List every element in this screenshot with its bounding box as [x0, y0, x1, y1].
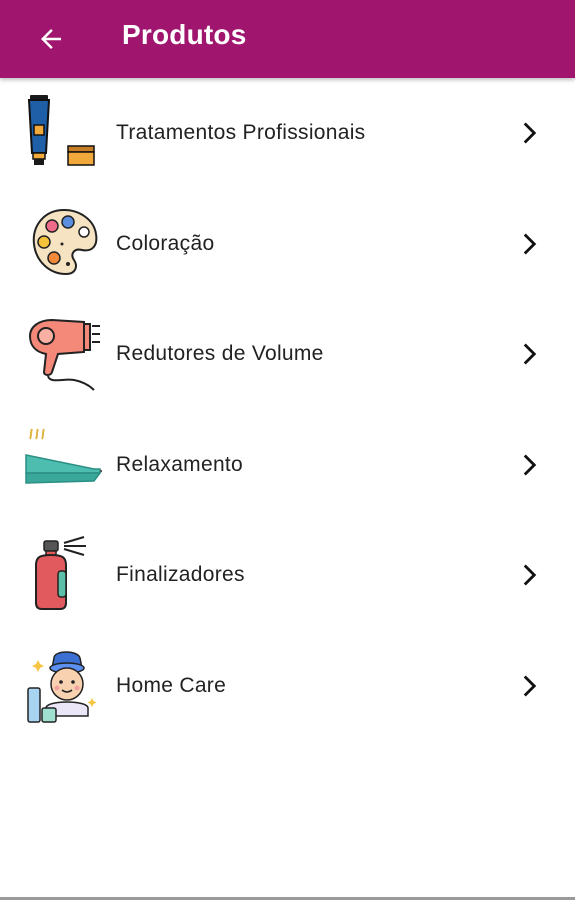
paint-palette-icon	[32, 208, 98, 275]
chevron-right-icon	[515, 520, 545, 631]
hair-dryer-icon	[28, 318, 100, 391]
chevron-right-icon	[515, 299, 545, 410]
spray-bottle-icon	[35, 536, 86, 610]
list-item-label: Redutores de Volume	[116, 342, 324, 366]
list-item-label: Tratamentos Profissionais	[116, 121, 366, 145]
list-item-tratamentos-profissionais[interactable]: Tratamentos Profissionais	[0, 78, 575, 189]
chevron-right-icon	[515, 189, 545, 300]
list-item-label: Finalizadores	[116, 563, 245, 587]
list-item-coloracao[interactable]: Coloração	[0, 189, 575, 300]
list-item-label: Home Care	[116, 673, 227, 697]
hair-straightener-icon	[25, 428, 102, 484]
arrow-left-icon	[41, 29, 61, 49]
list-item-label: Relaxamento	[116, 452, 244, 476]
list-item-relaxamento[interactable]: Relaxamento	[0, 410, 575, 521]
back-button[interactable]	[28, 16, 74, 62]
chevron-right-icon	[515, 631, 545, 742]
chevron-right-icon	[515, 410, 545, 521]
list-item-finalizadores[interactable]: Finalizadores	[0, 520, 575, 631]
app-bar: Produtos	[0, 0, 575, 78]
product-category-list: Tratamentos Profissionais Coloração Redu…	[0, 78, 575, 741]
list-item-redutores-de-volume[interactable]: Redutores de Volume	[0, 299, 575, 410]
list-item-home-care[interactable]: Home Care	[0, 631, 575, 742]
cream-tube-icon	[27, 95, 95, 166]
list-item-label: Coloração	[116, 231, 215, 255]
page-title: Produtos	[122, 19, 247, 50]
home-care-face-icon	[27, 650, 97, 723]
chevron-right-icon	[515, 78, 545, 189]
